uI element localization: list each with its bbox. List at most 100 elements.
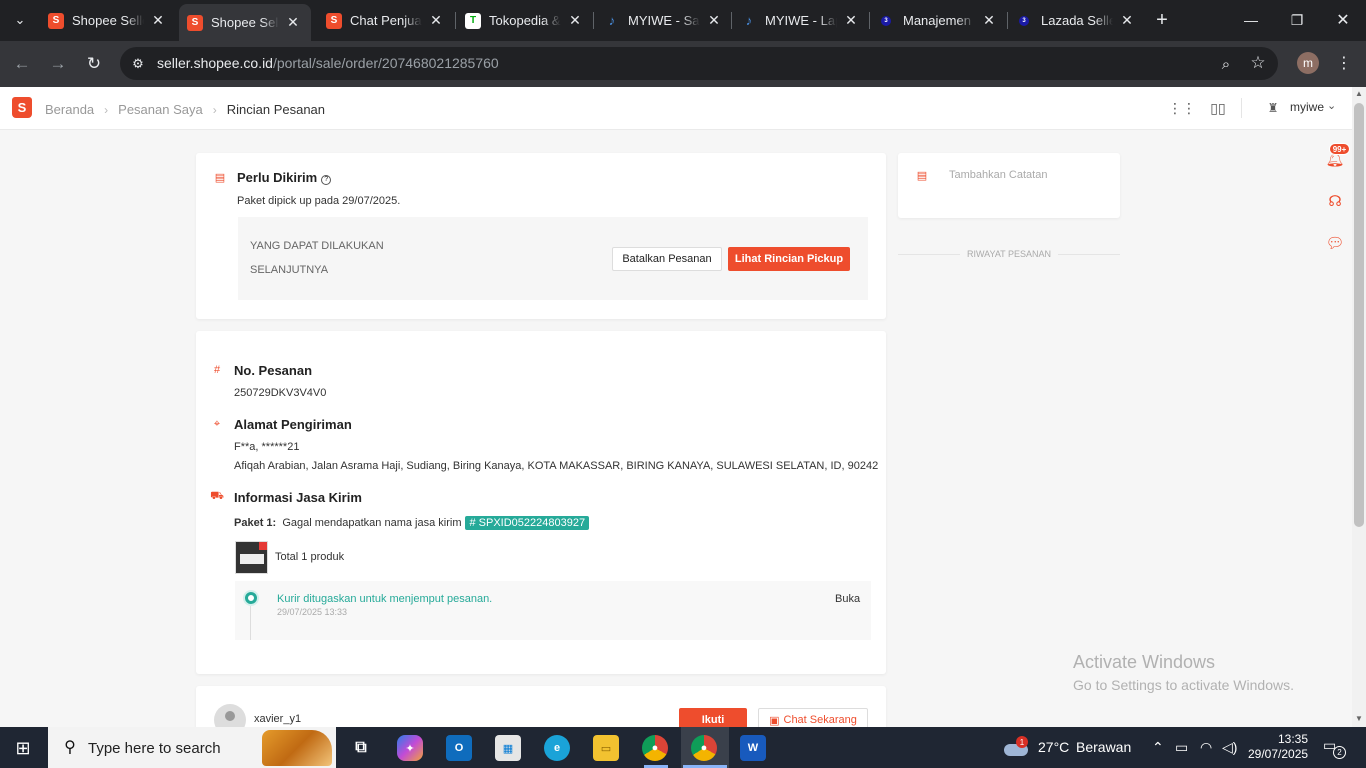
truck-icon: ⛟: [210, 490, 224, 502]
bookmark-star-icon[interactable]: ☆: [1248, 53, 1268, 73]
browser-tab-3[interactable]: S Chat Penjual ✕: [318, 6, 454, 35]
shop-name[interactable]: myiwe: [1290, 100, 1324, 114]
wifi-icon[interactable]: ◠: [1200, 739, 1212, 756]
tray-chevron-up-icon[interactable]: ⌃: [1152, 739, 1164, 756]
breadcrumb-current: Rincian Pesanan: [226, 102, 326, 117]
location-pin-icon: ⌖: [213, 417, 221, 430]
view-pickup-button[interactable]: Lihat Rincian Pickup: [728, 247, 850, 271]
task-view-icon[interactable]: ⧉: [348, 735, 374, 761]
breadcrumb: Beranda › Pesanan Saya › Rincian Pesanan: [45, 102, 325, 117]
chrome-profile-icon[interactable]: ●: [691, 735, 717, 761]
scroll-down-arrow-icon[interactable]: ▼: [1355, 714, 1363, 723]
weather-condition[interactable]: Berawan: [1076, 739, 1131, 755]
browser-tab-6[interactable]: ♪ MYIWE - Laporan ✕: [733, 6, 869, 35]
browser-menu-icon[interactable]: ⋮: [1336, 52, 1352, 74]
edge-icon[interactable]: e: [544, 735, 570, 761]
close-tab-icon[interactable]: ✕: [285, 14, 301, 31]
new-tab-button[interactable]: +: [1151, 9, 1173, 31]
browser-tab-2[interactable]: S Shopee Seller Centre ✕: [179, 4, 311, 41]
chevron-down-icon[interactable]: ⌄: [1327, 99, 1336, 112]
total-products: Total 1 produk: [275, 551, 345, 563]
expand-timeline-link[interactable]: Buka: [835, 593, 860, 605]
tab-separator: [455, 12, 456, 29]
browser-tab-4[interactable]: T Tokopedia & ShopTokopedia ✕: [457, 6, 593, 35]
scroll-up-arrow-icon[interactable]: ▲: [1355, 89, 1363, 98]
battery-icon[interactable]: ▭: [1175, 739, 1188, 756]
notification-center-icon[interactable]: ▭ 2: [1323, 737, 1346, 759]
close-tab-icon[interactable]: ✕: [150, 12, 166, 29]
close-tab-icon[interactable]: ✕: [843, 12, 859, 29]
url-text[interactable]: seller.shopee.co.id/portal/sale/order/20…: [157, 55, 499, 71]
chevron-right-icon: ›: [212, 102, 217, 117]
taskbar-search-placeholder: Type here to search: [88, 740, 221, 757]
word-icon[interactable]: W: [740, 735, 766, 761]
tokopedia-icon: T: [465, 12, 481, 29]
cancel-order-button[interactable]: Batalkan Pesanan: [612, 247, 722, 271]
address-bar[interactable]: ⚙ seller.shopee.co.id/portal/sale/order/…: [120, 47, 1278, 80]
system-clock[interactable]: 13:35 29/07/2025: [1248, 732, 1308, 762]
minimize-window-icon[interactable]: —: [1236, 8, 1266, 32]
scrollbar-thumb[interactable]: [1354, 103, 1364, 527]
profile-avatar[interactable]: m: [1297, 52, 1319, 74]
order-detail-card: # No. Pesanan 250729DKV3V4V0 ⌖ Alamat Pe…: [196, 331, 886, 674]
lazada-icon: 3: [1019, 15, 1029, 26]
close-tab-icon[interactable]: ✕: [981, 12, 997, 29]
customer-service-icon[interactable]: ☊: [1326, 192, 1344, 210]
page-scrollbar[interactable]: ▲ ▼: [1352, 87, 1366, 727]
package-courier: Gagal mendapatkan nama jasa kirim: [282, 517, 462, 529]
volume-icon[interactable]: ◁): [1222, 739, 1237, 756]
close-window-icon[interactable]: ✕: [1328, 8, 1358, 32]
add-note-link[interactable]: Tambahkan Catatan: [949, 169, 1047, 181]
breadcrumb-home[interactable]: Beranda: [45, 102, 94, 117]
temperature[interactable]: 27°C: [1038, 739, 1069, 755]
shipping-address: Afiqah Arabian, Jalan Asrama Haji, Sudia…: [234, 460, 879, 472]
browser-tab-1[interactable]: S Shopee Seller Centre ✕: [40, 6, 176, 35]
clock-time: 13:35: [1277, 732, 1308, 746]
outlook-icon[interactable]: O: [446, 735, 472, 761]
close-tab-icon[interactable]: ✕: [1119, 12, 1135, 29]
next-actions-label: YANG DAPAT DILAKUKAN: [250, 240, 384, 252]
shipping-info-title: Informasi Jasa Kirim: [234, 490, 362, 505]
windows-taskbar: ⊞ ⚲ Type here to search ⧉ ✦ O ▦ e ▭ ● ● …: [0, 727, 1366, 768]
timeline-status: Kurir ditugaskan untuk menjemput pesanan…: [277, 593, 493, 605]
header-divider: [1241, 98, 1242, 118]
chrome-icon[interactable]: ●: [642, 735, 668, 761]
site-info-icon[interactable]: ⚙: [129, 55, 147, 73]
close-tab-icon[interactable]: ✕: [706, 12, 722, 29]
zoom-icon[interactable]: ⌕: [1216, 54, 1236, 74]
buyer-username[interactable]: xavier_y1: [254, 713, 301, 725]
tab-separator: [869, 12, 870, 29]
divider: [1058, 254, 1120, 255]
apps-grid-icon[interactable]: ⋮⋮: [1168, 99, 1196, 117]
next-actions-box: YANG DAPAT DILAKUKAN SELANJUTNYA Batalka…: [238, 217, 868, 300]
file-explorer-icon[interactable]: ▭: [593, 735, 619, 761]
notes-card[interactable]: ▤ Tambahkan Catatan: [898, 153, 1120, 218]
clock-date: 29/07/2025: [1248, 747, 1309, 761]
shopee-bag-icon: S: [326, 12, 342, 29]
forward-icon[interactable]: →: [46, 52, 70, 76]
notification-center-count: 2: [1333, 746, 1346, 759]
tab-search-chevron-icon[interactable]: ⌄: [8, 8, 32, 32]
breadcrumb-orders[interactable]: Pesanan Saya: [118, 102, 203, 117]
close-tab-icon[interactable]: ✕: [567, 12, 583, 29]
activate-windows-watermark: Activate Windows: [1073, 652, 1216, 672]
windows-start-icon[interactable]: ⊞: [12, 737, 34, 759]
shopee-logo-icon[interactable]: S: [12, 97, 32, 118]
copilot-icon[interactable]: ✦: [397, 735, 423, 761]
package-line: Paket 1: Gagal mendapatkan nama jasa kir…: [234, 516, 590, 530]
help-icon[interactable]: ?: [321, 174, 332, 185]
close-tab-icon[interactable]: ✕: [428, 12, 444, 29]
browser-tab-7[interactable]: 3 Manajemen Pesanan ✕: [871, 6, 1007, 35]
browser-tab-5[interactable]: ♪ MYIWE - Sales ✕: [596, 6, 732, 35]
browser-tab-8[interactable]: 3 Lazada Seller Center ✕: [1009, 6, 1145, 35]
chat-bubble-icon[interactable]: 💬︎: [1325, 234, 1344, 252]
weather-cloud-icon[interactable]: 1: [1004, 736, 1030, 758]
lazada-icon: 3: [881, 15, 891, 26]
tracking-number-badge[interactable]: # SPXID052224803927: [465, 516, 590, 530]
book-icon[interactable]: ▯▯: [1209, 99, 1227, 117]
microsoft-store-icon[interactable]: ▦: [495, 735, 521, 761]
reload-icon[interactable]: ↻: [82, 52, 106, 76]
taskbar-search[interactable]: ⚲ Type here to search: [48, 727, 336, 768]
restore-window-icon[interactable]: ❐: [1282, 8, 1312, 32]
back-icon[interactable]: ←: [10, 52, 34, 76]
